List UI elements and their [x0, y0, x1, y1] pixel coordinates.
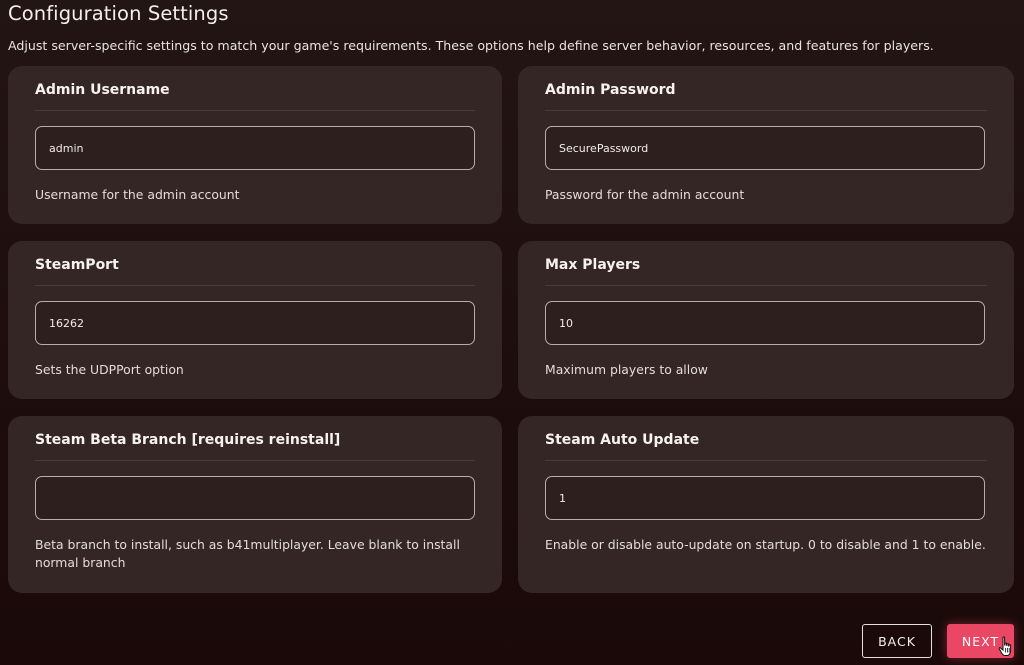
steam-beta-branch-input[interactable]	[35, 476, 475, 520]
hand-pointer-icon	[998, 636, 1012, 656]
max-players-title: Max Players	[545, 241, 987, 286]
steam-auto-update-input[interactable]	[545, 476, 985, 520]
page-description: Adjust server-specific settings to match…	[8, 38, 934, 53]
admin-password-card: Admin Password Password for the admin ac…	[518, 66, 1014, 224]
admin-password-input[interactable]	[545, 126, 985, 170]
steam-port-card: SteamPort Sets the UDPPort option	[8, 241, 502, 399]
steam-beta-branch-help: Beta branch to install, such as b41multi…	[35, 537, 460, 570]
admin-username-input[interactable]	[35, 126, 475, 170]
admin-username-card: Admin Username Username for the admin ac…	[8, 66, 502, 224]
steam-port-input[interactable]	[35, 301, 475, 345]
steam-auto-update-title: Steam Auto Update	[545, 416, 987, 461]
max-players-input[interactable]	[545, 301, 985, 345]
steam-port-help: Sets the UDPPort option	[35, 362, 184, 377]
admin-password-help: Password for the admin account	[545, 187, 745, 202]
page-title: Configuration Settings	[8, 2, 229, 25]
admin-username-help: Username for the admin account	[35, 187, 240, 202]
admin-username-title: Admin Username	[35, 66, 475, 111]
steam-auto-update-card: Steam Auto Update Enable or disable auto…	[518, 416, 1014, 593]
steam-beta-branch-card: Steam Beta Branch [requires reinstall] B…	[8, 416, 502, 593]
admin-password-title: Admin Password	[545, 66, 987, 111]
steam-auto-update-help: Enable or disable auto-update on startup…	[545, 537, 986, 552]
back-button[interactable]: BACK	[862, 624, 932, 658]
steam-beta-branch-title: Steam Beta Branch [requires reinstall]	[35, 416, 475, 461]
steam-port-title: SteamPort	[35, 241, 475, 286]
max-players-card: Max Players Maximum players to allow	[518, 241, 1014, 399]
max-players-help: Maximum players to allow	[545, 362, 708, 377]
